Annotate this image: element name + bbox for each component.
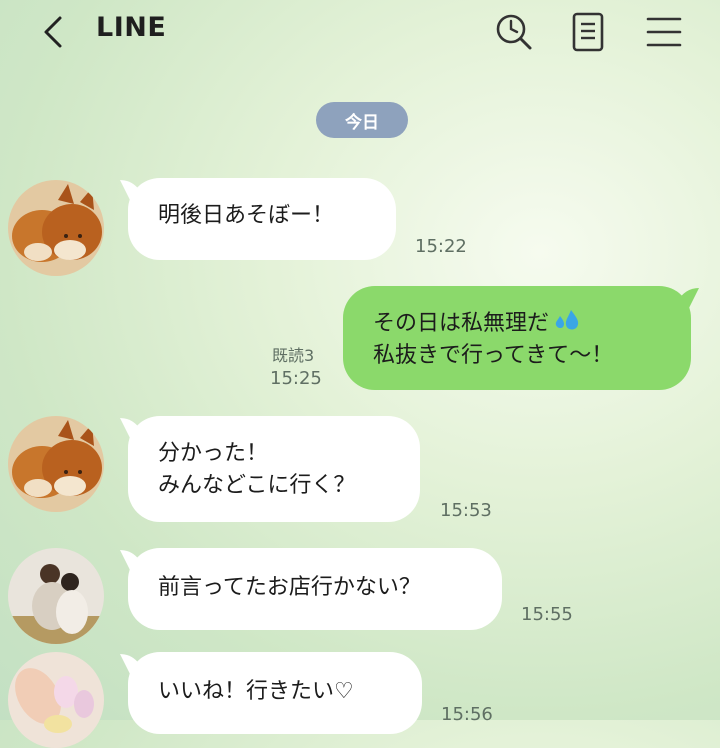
message-time: 15:22 xyxy=(415,236,467,257)
bubble-tail xyxy=(120,550,142,570)
message-time: 15:53 xyxy=(440,500,492,521)
sweat-droplets-icon xyxy=(555,310,579,330)
message-text: いいね！行きたい♡ xyxy=(158,679,354,704)
chevron-left-icon xyxy=(44,16,62,48)
message-bubble[interactable]: 分かった！ みんなどこに行く？ xyxy=(120,416,420,522)
menu-icon xyxy=(646,17,682,47)
message-text: 私抜きで行ってきて〜！ xyxy=(373,343,614,368)
chat-title: LINE xyxy=(96,12,167,43)
message-text: 明後日あそぼー！ xyxy=(158,203,335,228)
nails-photo-avatar[interactable] xyxy=(8,652,104,748)
bubble-tail xyxy=(120,654,142,674)
shiba-dogs-avatar[interactable] xyxy=(8,180,104,276)
read-receipt: 既読3 xyxy=(272,346,315,365)
couple-photo-avatar[interactable] xyxy=(8,548,104,644)
bubble-tail xyxy=(677,288,699,308)
message-time: 15:55 xyxy=(521,604,573,625)
shiba-dogs-avatar[interactable] xyxy=(8,416,104,512)
outgoing-message-bubble[interactable]: その日は私無理だ 私抜きで行ってきて〜！ xyxy=(343,286,699,390)
message-text: みんなどこに行く？ xyxy=(158,473,356,498)
message-bubble[interactable]: 明後日あそぼー！ xyxy=(120,178,396,260)
bubble-tail xyxy=(120,418,142,438)
bubble-tail xyxy=(120,180,142,200)
note-icon xyxy=(572,12,604,52)
message-text: その日は私無理だ xyxy=(373,311,550,336)
back-button[interactable] xyxy=(34,10,74,54)
search-button[interactable] xyxy=(492,10,536,54)
date-separator: 今日 xyxy=(316,102,408,138)
message-text: 前言ってたお店行かない？ xyxy=(158,575,421,600)
message-bubble[interactable]: いいね！行きたい♡ xyxy=(120,652,422,734)
message-time: 15:56 xyxy=(441,704,493,725)
menu-button[interactable] xyxy=(642,10,686,54)
message-bubble[interactable]: 前言ってたお店行かない？ xyxy=(120,548,502,630)
search-icon xyxy=(496,14,532,50)
notes-button[interactable] xyxy=(566,10,610,54)
chat-header: LINE xyxy=(0,0,720,64)
message-text: 分かった！ xyxy=(158,441,269,466)
message-time: 15:25 xyxy=(270,368,322,389)
